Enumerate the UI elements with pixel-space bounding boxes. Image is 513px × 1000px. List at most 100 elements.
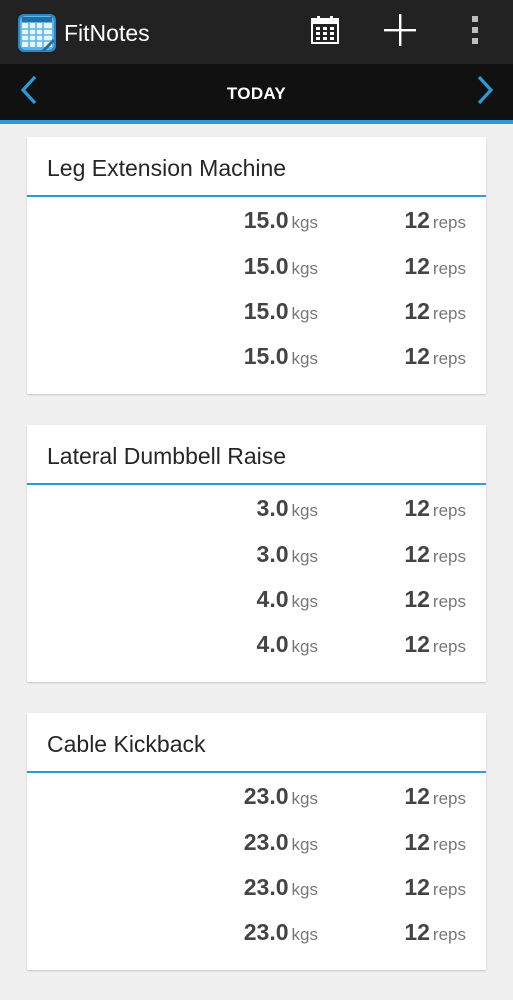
weight-value: 23.0 bbox=[243, 874, 289, 900]
set-row[interactable]: 3.0 kgs 12 reps bbox=[27, 487, 486, 531]
reps-value: 12 bbox=[404, 495, 430, 521]
weight-value: 15.0 bbox=[243, 207, 289, 233]
set-reps: 12 reps bbox=[404, 207, 466, 234]
set-reps: 12 reps bbox=[404, 298, 466, 325]
set-reps: 12 reps bbox=[404, 541, 466, 568]
set-weight: 3.0 kgs bbox=[257, 495, 318, 522]
reps-value: 12 bbox=[404, 829, 430, 855]
weight-unit: kgs bbox=[291, 349, 318, 368]
reps-unit: reps bbox=[432, 547, 466, 566]
weight-unit: kgs bbox=[291, 880, 318, 899]
weight-unit: kgs bbox=[291, 592, 318, 611]
exercise-title-divider bbox=[27, 195, 486, 197]
set-reps: 12 reps bbox=[404, 343, 466, 370]
exercise-card[interactable]: Leg Extension Machine 15.0 kgs 12 reps 15.0 kg… bbox=[27, 137, 486, 394]
reps-unit: reps bbox=[432, 304, 466, 323]
set-weight: 15.0 kgs bbox=[244, 298, 318, 325]
reps-unit: reps bbox=[432, 349, 466, 368]
app-title: FitNotes bbox=[64, 20, 150, 46]
exercise-title-divider bbox=[27, 771, 486, 773]
exercise-name: Leg Extension Machine bbox=[47, 155, 287, 181]
set-row[interactable]: 23.0 kgs 12 reps bbox=[27, 911, 486, 955]
reps-unit: reps bbox=[432, 637, 466, 656]
set-reps: 12 reps bbox=[404, 253, 466, 280]
weight-unit: kgs bbox=[291, 835, 318, 854]
set-reps: 12 reps bbox=[404, 783, 466, 810]
set-reps: 12 reps bbox=[404, 829, 466, 856]
set-weight: 23.0 kgs bbox=[244, 783, 318, 810]
weight-unit: kgs bbox=[291, 925, 318, 944]
reps-value: 12 bbox=[404, 783, 430, 809]
set-row[interactable]: 15.0 kgs 12 reps bbox=[27, 199, 486, 243]
set-reps: 12 reps bbox=[404, 631, 466, 658]
weight-value: 4.0 bbox=[256, 631, 289, 657]
exercise-name: Cable Kickback bbox=[47, 731, 206, 757]
set-reps: 12 reps bbox=[404, 495, 466, 522]
set-row[interactable]: 15.0 kgs 12 reps bbox=[27, 245, 486, 289]
reps-unit: reps bbox=[432, 880, 466, 899]
action-bar: FitNotes bbox=[0, 0, 513, 64]
plus-icon bbox=[383, 13, 417, 52]
calendar-button[interactable] bbox=[300, 8, 350, 56]
set-weight: 23.0 kgs bbox=[244, 874, 318, 901]
reps-value: 12 bbox=[404, 874, 430, 900]
reps-unit: reps bbox=[432, 789, 466, 808]
reps-unit: reps bbox=[432, 835, 466, 854]
weight-value: 23.0 bbox=[243, 919, 289, 945]
chevron-right-icon bbox=[476, 75, 494, 110]
reps-value: 12 bbox=[404, 207, 430, 233]
reps-unit: reps bbox=[432, 592, 466, 611]
add-exercise-button[interactable] bbox=[375, 8, 425, 56]
set-weight: 23.0 kgs bbox=[244, 919, 318, 946]
weight-unit: kgs bbox=[291, 259, 318, 278]
calendar-icon bbox=[310, 15, 340, 50]
calendar-app-icon bbox=[17, 13, 57, 53]
exercise-card[interactable]: Lateral Dumbbell Raise 3.0 kgs 12 reps 3.0 kgs… bbox=[27, 425, 486, 682]
set-row[interactable]: 4.0 kgs 12 reps bbox=[27, 623, 486, 667]
reps-value: 12 bbox=[404, 298, 430, 324]
set-weight: 15.0 kgs bbox=[244, 343, 318, 370]
reps-value: 12 bbox=[404, 586, 430, 612]
set-row[interactable]: 23.0 kgs 12 reps bbox=[27, 775, 486, 819]
reps-unit: reps bbox=[432, 501, 466, 520]
reps-unit: reps bbox=[432, 213, 466, 232]
exercise-card[interactable]: Cable Kickback 23.0 kgs 12 reps 23.0 kgs 12 reps… bbox=[27, 713, 486, 970]
weight-value: 15.0 bbox=[243, 343, 289, 369]
set-weight: 3.0 kgs bbox=[257, 541, 318, 568]
set-row[interactable]: 4.0 kgs 12 reps bbox=[27, 578, 486, 622]
weight-unit: kgs bbox=[291, 789, 318, 808]
reps-value: 12 bbox=[404, 253, 430, 279]
set-row[interactable]: 15.0 kgs 12 reps bbox=[27, 335, 486, 379]
weight-value: 3.0 bbox=[256, 495, 289, 521]
set-weight: 4.0 kgs bbox=[257, 586, 318, 613]
weight-unit: kgs bbox=[291, 637, 318, 656]
set-weight: 15.0 kgs bbox=[244, 207, 318, 234]
set-reps: 12 reps bbox=[404, 919, 466, 946]
weight-value: 4.0 bbox=[256, 586, 289, 612]
reps-value: 12 bbox=[404, 541, 430, 567]
next-day-button[interactable] bbox=[460, 64, 510, 120]
weight-unit: kgs bbox=[291, 547, 318, 566]
reps-value: 12 bbox=[404, 919, 430, 945]
set-row[interactable]: 23.0 kgs 12 reps bbox=[27, 821, 486, 865]
reps-unit: reps bbox=[432, 259, 466, 278]
set-weight: 4.0 kgs bbox=[257, 631, 318, 658]
reps-unit: reps bbox=[432, 925, 466, 944]
set-row[interactable]: 23.0 kgs 12 reps bbox=[27, 866, 486, 910]
overflow-menu-icon bbox=[470, 15, 480, 50]
overflow-menu-button[interactable] bbox=[458, 8, 492, 56]
reps-value: 12 bbox=[404, 631, 430, 657]
set-row[interactable]: 3.0 kgs 12 reps bbox=[27, 533, 486, 577]
reps-value: 12 bbox=[404, 343, 430, 369]
current-date-label[interactable]: TODAY bbox=[0, 84, 513, 104]
weight-unit: kgs bbox=[291, 501, 318, 520]
weight-unit: kgs bbox=[291, 213, 318, 232]
set-weight: 15.0 kgs bbox=[244, 253, 318, 280]
weight-value: 23.0 bbox=[243, 783, 289, 809]
exercise-name: Lateral Dumbbell Raise bbox=[47, 443, 287, 469]
set-reps: 12 reps bbox=[404, 586, 466, 613]
set-weight: 23.0 kgs bbox=[244, 829, 318, 856]
weight-value: 23.0 bbox=[243, 829, 289, 855]
set-row[interactable]: 15.0 kgs 12 reps bbox=[27, 290, 486, 334]
exercise-title-divider bbox=[27, 483, 486, 485]
